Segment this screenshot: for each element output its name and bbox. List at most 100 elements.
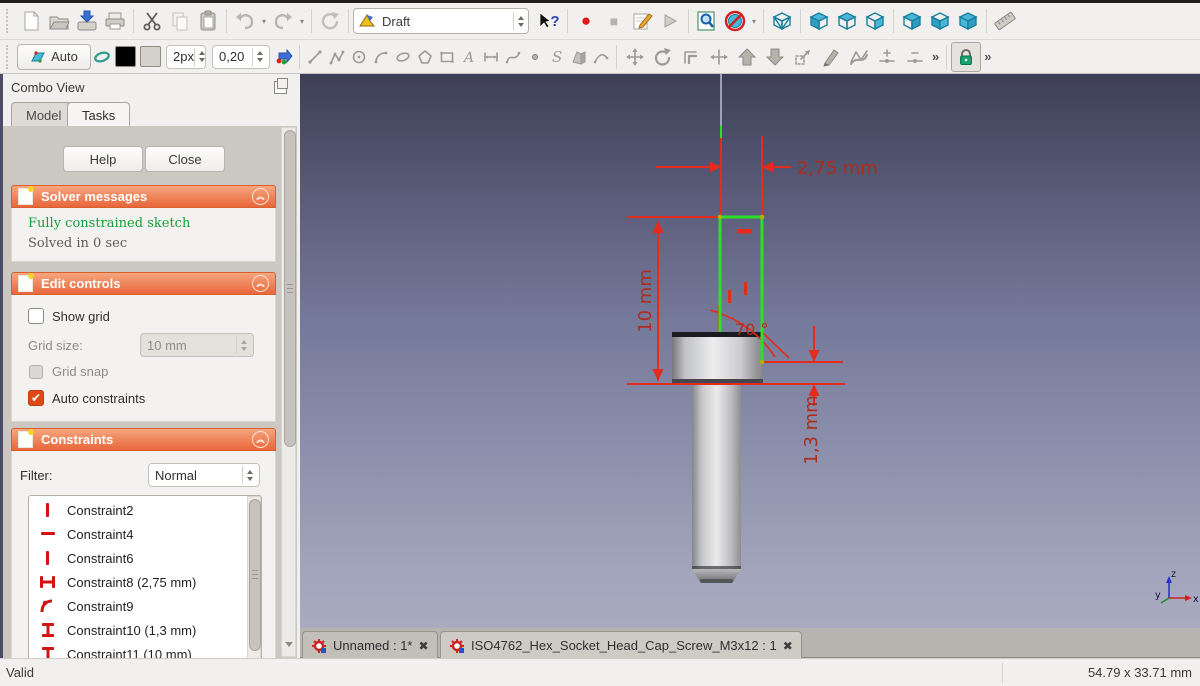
- constraint-list-item[interactable]: Constraint9: [29, 594, 261, 618]
- constraint-list-item[interactable]: Constraint4: [29, 522, 261, 546]
- toggle-lock-button[interactable]: [951, 41, 982, 72]
- draw-style-dropdown[interactable]: ▾: [749, 17, 759, 26]
- apply-style-button[interactable]: [273, 43, 295, 71]
- constraint-list-item[interactable]: Constraint11 (10 mm): [29, 642, 261, 658]
- draft-point-button[interactable]: [524, 43, 546, 71]
- close-button[interactable]: Close: [145, 146, 225, 172]
- constraints-header[interactable]: Constraints ︽: [11, 428, 276, 451]
- line-width-spin[interactable]: [193, 47, 205, 66]
- macro-record-button[interactable]: ●: [572, 7, 600, 35]
- toolbar-drag-handle[interactable]: [6, 44, 13, 69]
- new-document-button[interactable]: [17, 7, 45, 35]
- view-bottom-button[interactable]: [926, 7, 954, 35]
- edit-controls-header[interactable]: Edit controls ︽: [11, 272, 276, 295]
- redo-button[interactable]: [269, 7, 297, 35]
- draft-offset-button[interactable]: [677, 43, 705, 71]
- scroll-down-arrow[interactable]: [285, 642, 293, 647]
- grid-size-spin[interactable]: [236, 336, 247, 354]
- panel-float-icon[interactable]: [274, 78, 288, 94]
- draft-text-button[interactable]: A: [458, 43, 480, 71]
- fit-all-button[interactable]: [693, 7, 721, 35]
- draft-add-point-button[interactable]: [873, 43, 901, 71]
- toolbar-drag-handle[interactable]: [6, 9, 13, 33]
- grid-size-spinbox[interactable]: 10 mm: [140, 333, 254, 357]
- line-color-swatch[interactable]: [115, 46, 136, 67]
- copy-button[interactable]: [166, 7, 194, 35]
- close-tab-icon[interactable]: ✖: [783, 639, 793, 653]
- draft-ellipse-button[interactable]: [392, 43, 414, 71]
- help-button[interactable]: Help: [63, 146, 143, 172]
- draft-snap-toggle[interactable]: [91, 43, 113, 71]
- draft-polygon-button[interactable]: [414, 43, 436, 71]
- draft-wire-to-bspline-button[interactable]: [845, 43, 873, 71]
- workbench-spin[interactable]: [513, 12, 524, 30]
- macro-stop-button[interactable]: ■: [600, 7, 628, 35]
- draft-auto-plane-button[interactable]: Auto: [17, 43, 91, 70]
- dimension-angle-label[interactable]: 70 °: [735, 320, 768, 339]
- draft-shapestring-button[interactable]: S: [546, 43, 568, 71]
- scale-spinbox[interactable]: 0,20: [212, 44, 270, 69]
- draft-bspline-button[interactable]: [502, 43, 524, 71]
- macro-run-button[interactable]: [656, 7, 684, 35]
- document-tab-unnamed[interactable]: Unnamed : 1* ✖: [302, 631, 438, 659]
- collapse-section-icon[interactable]: ︽: [252, 431, 269, 448]
- paste-button[interactable]: [194, 7, 222, 35]
- draft-scale-button[interactable]: [789, 43, 817, 71]
- toolbar-overflow-button[interactable]: »: [929, 49, 942, 64]
- draft-upgrade-button[interactable]: [733, 43, 761, 71]
- show-grid-checkbox[interactable]: [28, 308, 44, 324]
- refresh-button[interactable]: [316, 7, 344, 35]
- draft-edit-button[interactable]: [817, 43, 845, 71]
- cut-button[interactable]: [138, 7, 166, 35]
- draft-rotate-button[interactable]: [649, 43, 677, 71]
- draft-downgrade-button[interactable]: [761, 43, 789, 71]
- close-tab-icon[interactable]: ✖: [419, 639, 429, 653]
- draft-bezier-button[interactable]: [590, 43, 612, 71]
- whats-this-button[interactable]: ?: [535, 7, 563, 35]
- constraint-list-item[interactable]: Constraint6: [29, 546, 261, 570]
- view-left-button[interactable]: [954, 7, 982, 35]
- screw-head[interactable]: [672, 332, 763, 384]
- save-button[interactable]: [73, 7, 101, 35]
- toolbar-overflow-button[interactable]: »: [981, 49, 994, 64]
- view-axonometric-button[interactable]: [768, 7, 796, 35]
- view-front-button[interactable]: [805, 7, 833, 35]
- workbench-selector[interactable]: Draft: [353, 8, 529, 34]
- undo-dropdown[interactable]: ▾: [259, 17, 269, 26]
- document-tab-iso4762[interactable]: ISO4762_Hex_Socket_Head_Cap_Screw_M3x12 …: [440, 631, 802, 659]
- undo-button[interactable]: [231, 7, 259, 35]
- dimension-width-label[interactable]: 2,75 mm: [797, 158, 878, 179]
- draft-dimension-button[interactable]: [480, 43, 502, 71]
- solver-messages-header[interactable]: Solver messages ︽: [11, 185, 276, 208]
- macro-edit-button[interactable]: [628, 7, 656, 35]
- 3d-viewport[interactable]: 2,75 mm 10 mm 70 ° 1,3 mm z y x: [300, 74, 1200, 628]
- tasks-scrollbar[interactable]: [281, 127, 296, 657]
- constraint-list-scrollbar[interactable]: [247, 496, 261, 658]
- view-top-button[interactable]: [833, 7, 861, 35]
- draft-facebinder-button[interactable]: [568, 43, 590, 71]
- face-color-swatch[interactable]: [140, 46, 161, 67]
- collapse-section-icon[interactable]: ︽: [252, 275, 269, 292]
- draft-rectangle-button[interactable]: [436, 43, 458, 71]
- tasks-scrollbar-thumb[interactable]: [284, 130, 296, 447]
- print-button[interactable]: [101, 7, 129, 35]
- constraint-list-scrollbar-thumb[interactable]: [249, 499, 261, 651]
- draft-move-button[interactable]: [621, 43, 649, 71]
- constraint-list[interactable]: Constraint2 Constraint4 Constraint6 Cons…: [28, 495, 262, 658]
- constraint-list-item[interactable]: Constraint8 (2,75 mm): [29, 570, 261, 594]
- draft-wire-button[interactable]: [326, 43, 348, 71]
- draw-style-button[interactable]: [721, 7, 749, 35]
- redo-dropdown[interactable]: ▾: [297, 17, 307, 26]
- constraint-filter-select[interactable]: Normal: [148, 463, 260, 487]
- measure-button[interactable]: [991, 7, 1019, 35]
- collapse-section-icon[interactable]: ︽: [252, 188, 269, 205]
- vertical-constraint-marker[interactable]: [744, 282, 747, 295]
- auto-constraints-checkbox[interactable]: ✔: [28, 390, 44, 406]
- line-width-spinbox[interactable]: 2px: [166, 44, 206, 69]
- filter-spin[interactable]: [242, 466, 253, 484]
- view-rear-button[interactable]: [898, 7, 926, 35]
- tab-tasks[interactable]: Tasks: [67, 102, 131, 128]
- draft-circle-button[interactable]: [348, 43, 370, 71]
- screw-shaft[interactable]: [692, 384, 741, 569]
- scale-spin[interactable]: [252, 47, 263, 66]
